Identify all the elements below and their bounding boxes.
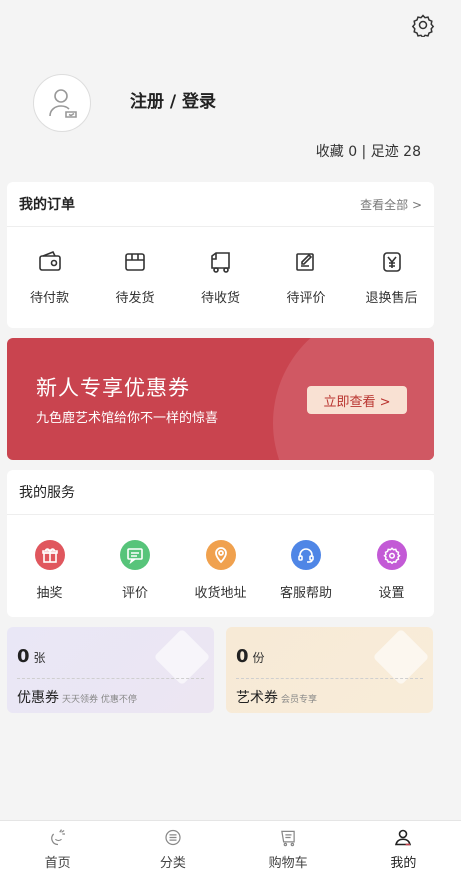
headset-icon	[291, 540, 321, 570]
favorites-history-stats[interactable]: 收藏 0 | 足迹 28	[316, 141, 421, 161]
bottom-tab-bar: 首页 分类 购物车 我的	[0, 820, 461, 871]
voucher-desc: 会员专享	[281, 695, 318, 705]
order-refund-aftersale[interactable]: 退换售后	[349, 227, 434, 306]
order-refund-aftersale-label: 退换售后	[365, 291, 418, 306]
review-edit-icon	[296, 253, 314, 271]
my-orders-card: 我的订单 查看全部 > 待付款 待发货 待收货 待评价 退换售后	[7, 182, 434, 328]
coupon-decoration	[153, 628, 211, 686]
service-lottery-label: 抽奖	[36, 586, 63, 601]
voucher-decoration	[372, 628, 430, 686]
banner-subtitle: 九色鹿艺术馆给你不一样的惊喜	[36, 411, 219, 426]
service-customer-help[interactable]: 客服帮助	[264, 515, 349, 601]
service-customer-help-label: 客服帮助	[279, 586, 332, 601]
art-voucher-card[interactable]: 0份 艺术券 会员专享	[226, 627, 433, 713]
order-pending-review-label: 待评价	[286, 291, 326, 306]
service-address-label: 收货地址	[194, 586, 247, 601]
coupon-desc: 天天领券 优惠不停	[62, 695, 137, 705]
service-review[interactable]: 评价	[93, 515, 178, 601]
order-pending-shipment[interactable]: 待发货	[93, 227, 178, 306]
services-header: 我的服务	[7, 470, 434, 515]
banner-view-button[interactable]: 立即查看 >	[307, 386, 407, 414]
home-deer-icon	[50, 829, 65, 846]
coupon-unit: 张	[33, 651, 46, 665]
box-icon	[125, 253, 145, 271]
tab-category-label: 分类	[159, 856, 186, 871]
orders-title: 我的订单	[19, 197, 75, 213]
refund-yen-icon	[382, 252, 401, 272]
tab-mine[interactable]: 我的	[346, 821, 461, 871]
voucher-name: 艺术券 会员专享	[236, 690, 318, 706]
voucher-divider	[236, 678, 423, 679]
cart-icon	[281, 830, 295, 847]
avatar[interactable]	[33, 74, 91, 132]
tab-mine-label: 我的	[390, 856, 417, 871]
orders-header: 我的订单 查看全部 >	[7, 182, 434, 227]
service-review-label: 评价	[121, 586, 148, 601]
truck-icon	[210, 252, 230, 273]
order-pending-shipment-label: 待发货	[115, 291, 155, 306]
coupon-divider	[17, 678, 204, 679]
service-settings-label: 设置	[378, 586, 405, 601]
user-avatar-icon	[49, 89, 77, 118]
tab-cart[interactable]: 购物车	[231, 821, 346, 871]
gift-icon	[34, 540, 65, 570]
new-user-coupon-banner[interactable]: 新人专享优惠券 九色鹿艺术馆给你不一样的惊喜 立即查看 >	[7, 338, 434, 460]
order-pending-receipt[interactable]: 待收货	[178, 227, 263, 306]
user-icon	[395, 829, 412, 846]
coupon-count: 0张	[17, 646, 46, 667]
wallet-icon	[38, 250, 61, 271]
tab-category[interactable]: 分类	[115, 821, 230, 871]
tab-home-label: 首页	[44, 856, 71, 871]
banner-title: 新人专享优惠券	[36, 376, 190, 400]
chat-icon	[120, 540, 150, 570]
gear-icon	[376, 540, 407, 570]
location-icon	[205, 540, 236, 570]
order-pending-receipt-label: 待收货	[200, 291, 240, 306]
service-lottery[interactable]: 抽奖	[7, 515, 92, 601]
coupon-name: 优惠券 天天领券 优惠不停	[17, 690, 137, 706]
coupon-card[interactable]: 0张 优惠券 天天领券 优惠不停	[7, 627, 214, 713]
gear-icon	[411, 14, 435, 37]
order-pending-review[interactable]: 待评价	[264, 227, 349, 306]
order-pending-payment-label: 待付款	[29, 291, 69, 306]
login-register-link[interactable]: 注册 / 登录	[130, 87, 216, 112]
tab-cart-label: 购物车	[268, 856, 308, 871]
voucher-unit: 份	[252, 651, 265, 665]
category-icon	[165, 829, 181, 846]
view-all-orders-link[interactable]: 查看全部 >	[360, 196, 422, 213]
tab-home[interactable]: 首页	[0, 821, 115, 871]
settings-button[interactable]	[408, 10, 438, 40]
services-title: 我的服务	[19, 485, 75, 501]
voucher-count: 0份	[236, 646, 265, 667]
service-settings[interactable]: 设置	[349, 515, 434, 601]
service-address[interactable]: 收货地址	[178, 515, 263, 601]
my-services-card: 我的服务 抽奖 评价 收货地址 客服帮助 设置	[7, 470, 434, 617]
order-pending-payment[interactable]: 待付款	[7, 227, 92, 306]
